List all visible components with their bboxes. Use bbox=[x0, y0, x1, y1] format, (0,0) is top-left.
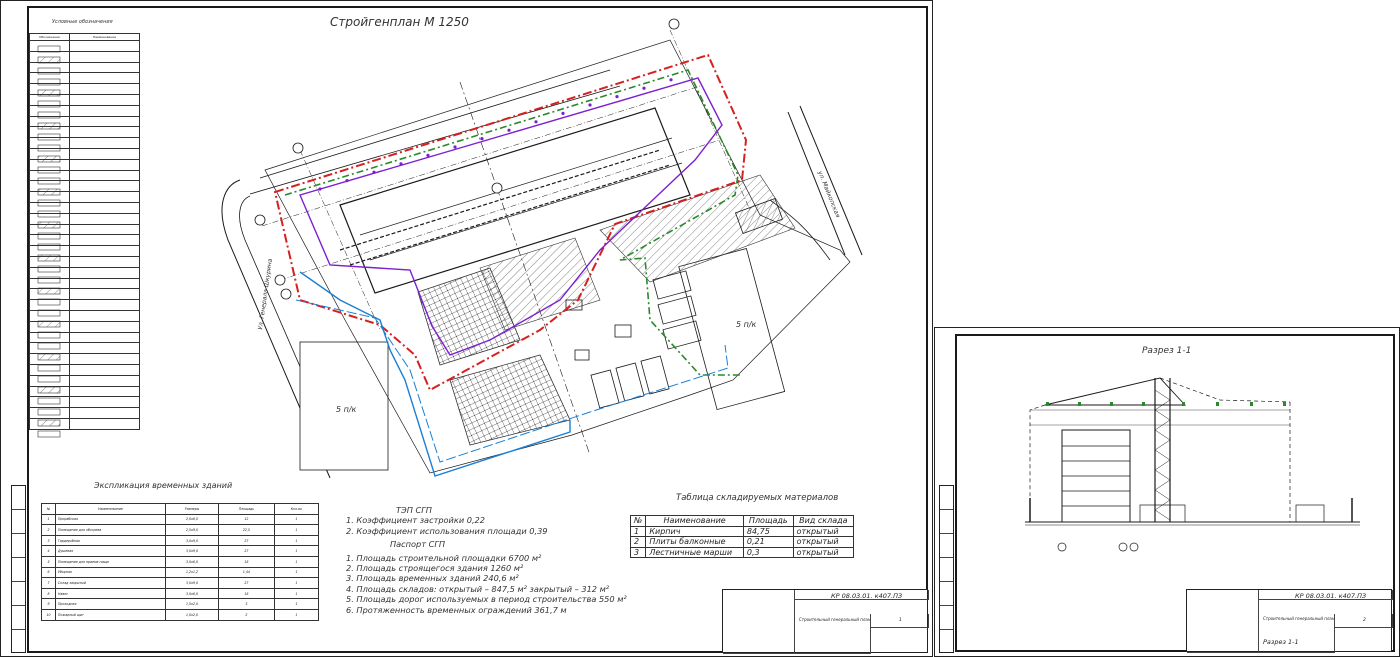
legend-symbol bbox=[37, 276, 61, 284]
section-green-mark bbox=[1078, 402, 1081, 406]
section-green-mark bbox=[1216, 402, 1219, 406]
legend-symbol bbox=[37, 287, 61, 295]
legend-symbol bbox=[37, 133, 61, 141]
legend-symbol bbox=[37, 364, 61, 372]
legend-symbol bbox=[37, 397, 61, 405]
crane-zone-point bbox=[480, 137, 484, 141]
legend-symbol bbox=[37, 342, 61, 350]
legend-symbol bbox=[37, 386, 61, 394]
crane-zone-point bbox=[426, 153, 430, 157]
crane-zone-point bbox=[561, 111, 565, 115]
crane-zone-point bbox=[507, 128, 511, 132]
crane-zone-point bbox=[534, 120, 538, 124]
crane-zone-point bbox=[399, 162, 403, 166]
legend-symbol bbox=[37, 265, 61, 273]
road-label-left: Ул. Генерала Шкурина bbox=[257, 258, 274, 330]
legend-symbol bbox=[37, 177, 61, 185]
legend-symbol bbox=[37, 331, 61, 339]
crane-zone-point bbox=[669, 78, 673, 82]
legend-symbol bbox=[37, 199, 61, 207]
legend-symbol bbox=[37, 166, 61, 174]
crane-zone-point bbox=[453, 145, 457, 149]
legend-symbol bbox=[37, 254, 61, 262]
section-green-mark bbox=[1142, 402, 1145, 406]
legend-symbol bbox=[37, 309, 61, 317]
crane-zone-point bbox=[615, 95, 619, 99]
legend-symbol bbox=[37, 144, 61, 152]
legend-symbol bbox=[37, 111, 61, 119]
legend-symbol bbox=[37, 353, 61, 361]
legend-symbol bbox=[37, 100, 61, 108]
road-label-right: ул. Майкопская bbox=[816, 169, 842, 219]
legend-symbol bbox=[37, 45, 61, 53]
legend-symbol bbox=[37, 419, 61, 427]
legend-symbols bbox=[37, 45, 61, 438]
legend-symbol bbox=[37, 210, 61, 218]
legend-symbol bbox=[37, 78, 61, 86]
crane-zone-point bbox=[318, 187, 322, 191]
section-green-mark bbox=[1182, 402, 1185, 406]
temp-building-label: 5 п/к bbox=[336, 405, 357, 414]
legend-symbol bbox=[37, 67, 61, 75]
legend-symbol bbox=[37, 56, 61, 64]
section-green-mark bbox=[1250, 402, 1253, 406]
crane-zone-point bbox=[588, 103, 592, 107]
drawing-canvas: Ул. Генерала Шкурина ул. Майкопская 5 п/… bbox=[37, 18, 1360, 552]
legend-symbol bbox=[37, 243, 61, 251]
section-drawing bbox=[1025, 377, 1360, 552]
legend-symbol bbox=[37, 430, 61, 438]
legend-symbol bbox=[37, 298, 61, 306]
crane-zone-point bbox=[372, 170, 376, 174]
section-green-mark bbox=[1283, 402, 1286, 406]
legend-symbol bbox=[37, 320, 61, 328]
section-green-mark bbox=[1046, 402, 1049, 406]
section-green-mark bbox=[1110, 402, 1113, 406]
site-plan bbox=[221, 18, 863, 479]
crane-zone-point bbox=[345, 179, 349, 183]
legend-symbol bbox=[37, 232, 61, 240]
legend-symbol bbox=[37, 89, 61, 97]
temp-building-label: 5 п/к bbox=[736, 320, 757, 329]
legend-symbol bbox=[37, 375, 61, 383]
legend-symbol bbox=[37, 408, 61, 416]
crane-zone-point bbox=[642, 86, 646, 90]
legend-symbol bbox=[37, 122, 61, 130]
legend-symbol bbox=[37, 221, 61, 229]
legend-symbol bbox=[37, 155, 61, 163]
legend-symbol bbox=[37, 188, 61, 196]
